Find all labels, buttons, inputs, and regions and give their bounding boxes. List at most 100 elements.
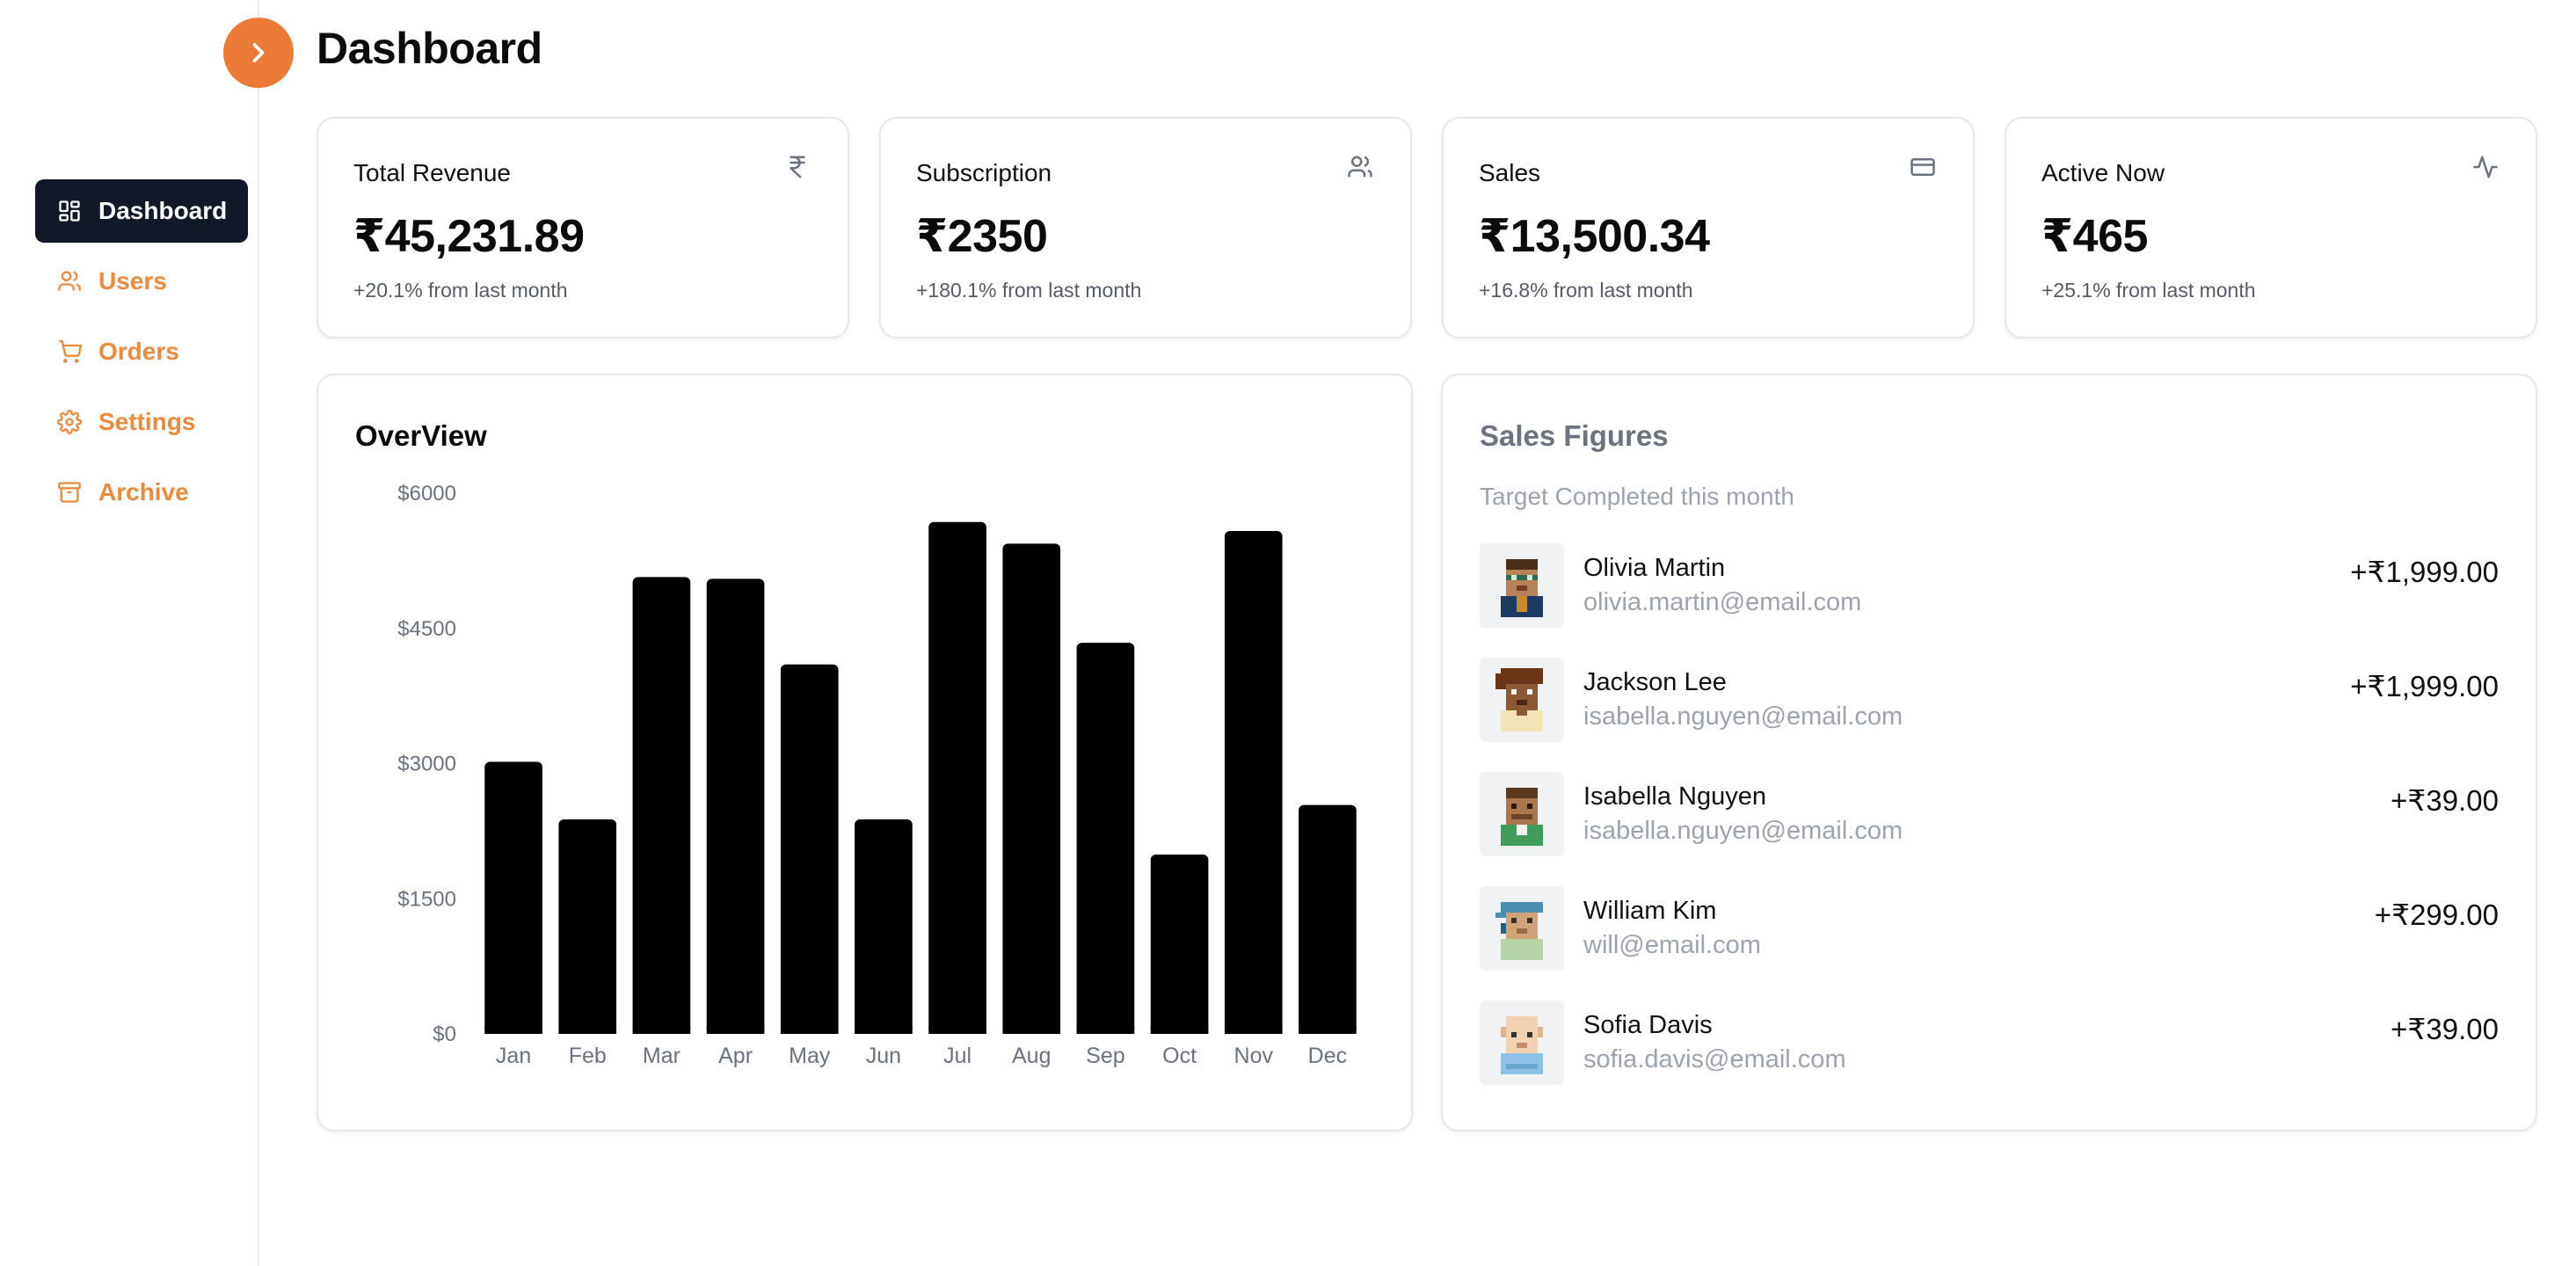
chart-bar[interactable] [1002,543,1061,1034]
stat-value: ₹2350 [916,211,1048,262]
sales-list: Olivia Martin olivia.martin@email.com +₹… [1480,528,2499,1100]
stat-label: Sales [1479,159,1541,186]
chart-bar-base [928,1027,986,1034]
chart-bar-base [1224,1027,1283,1034]
sidebar-item-label: Dashboard [98,197,228,224]
sale-email: sofia.davis@email.com [1583,1045,1846,1073]
sales-figures-card: Sales Figures Target Completed this mont… [1441,374,2537,1131]
chart-bar[interactable] [780,664,839,1034]
sidebar-item-dashboard[interactable]: Dashboard [35,179,248,243]
sidebar-item-users[interactable]: Users [35,250,248,313]
stat-card-total-revenue: Total Revenue ₹45,231.89 +20.1% from las… [317,117,849,338]
sale-amount: +₹39.00 [2390,1013,2499,1045]
list-item: Isabella Nguyen isabella.nguyen@email.co… [1480,757,2499,871]
stat-change: +25.1% from last month [2041,279,2256,302]
x-tick-label: Jan [496,1044,531,1068]
chart-bar[interactable] [1076,643,1135,1034]
sale-amount: +₹1,999.00 [2350,670,2499,702]
chart-bar-base [1150,1027,1209,1034]
x-tick-label: Oct [1162,1044,1197,1068]
sale-amount: +₹39.00 [2390,784,2499,817]
chart-bar[interactable] [928,521,986,1034]
stat-value: ₹45,231.89 [353,211,585,262]
sales-subtitle: Target Completed this month [1480,483,1794,510]
sale-person: William Kim will@email.com [1583,897,1761,960]
chart-bar[interactable] [855,819,913,1034]
chart-bar[interactable] [558,819,617,1034]
pixel-avatar-blue-cap-icon [1480,886,1564,971]
sidebar: Dashboard Users Orders Settings Archive [0,0,259,1266]
stat-change: +16.8% from last month [1479,279,1693,302]
sidebar-item-settings[interactable]: Settings [35,390,248,454]
chart-bar[interactable] [1224,531,1283,1034]
sale-email: will@email.com [1583,931,1761,959]
chart-bar-base [780,1027,839,1034]
chart-bar-base [706,1027,765,1034]
sale-person: Olivia Martin olivia.martin@email.com [1583,554,1861,617]
stat-card-subscription: Subscription ₹2350 +180.1% from last mon… [879,117,1412,338]
x-tick-label: Jun [866,1044,901,1068]
sidebar-item-label: Orders [98,338,179,365]
y-tick-label: $3000 [397,753,456,776]
chart-bar[interactable] [706,578,765,1034]
stat-card-sales: Sales ₹13,500.34 +16.8% from last month [1442,117,1975,338]
stat-change: +20.1% from last month [353,279,568,302]
sidebar-nav: Dashboard Users Orders Settings Archive [35,179,248,531]
chart-bar-base [632,1027,691,1034]
x-tick-label: Jul [943,1044,971,1068]
pixel-avatar-glasses-icon [1480,543,1564,628]
y-tick-label: $0 [433,1022,456,1046]
list-item: Jackson Lee isabella.nguyen@email.com +₹… [1480,643,2499,757]
overview-card: OverView $0 $1500 $3000 $4500 $6000 Jan Feb Mar… [317,374,1413,1131]
sidebar-item-archive[interactable]: Archive [35,461,248,524]
stat-card-active-now: Active Now ₹465 +25.1% from last month [2005,117,2537,338]
chart-bar[interactable] [1299,804,1357,1034]
x-tick-label: Apr [718,1044,753,1068]
chart-bar-base [1299,1027,1357,1034]
page-title: Dashboard [317,24,542,73]
chart-bar[interactable] [484,761,542,1034]
sale-email: isabella.nguyen@email.com [1583,817,1903,845]
sale-name: Isabella Nguyen [1583,782,1766,811]
x-tick-label: Mar [643,1044,680,1068]
chart-bar[interactable] [1150,855,1209,1034]
x-tick-label: Feb [569,1044,607,1068]
list-item: Olivia Martin olivia.martin@email.com +₹… [1480,528,2499,643]
x-tick-label: Aug [1012,1044,1051,1068]
chart-bar-base [1002,1027,1061,1034]
sidebar-toggle-button[interactable] [223,18,294,88]
sale-amount: +₹299.00 [2374,899,2499,931]
sale-name: Jackson Lee [1583,668,1727,696]
x-tick-label: May [789,1044,831,1068]
chart-bar-base [484,1027,542,1034]
sale-name: Olivia Martin [1583,554,1726,582]
pixel-avatar-bald-icon [1480,1000,1564,1085]
stat-label: Active Now [2041,159,2165,186]
archive-icon [56,479,83,506]
y-tick-label: $6000 [397,482,456,506]
chevron-right-icon [252,43,265,62]
chart-bar-base [1076,1027,1135,1034]
y-tick-label: $4500 [397,617,456,641]
chart-bar-base [855,1027,913,1034]
users-icon [56,268,83,295]
cart-icon [56,338,83,365]
x-tick-label: Dec [1308,1044,1347,1068]
sale-person: Sofia Davis sofia.davis@email.com [1583,1011,1846,1074]
chart-bar[interactable] [632,577,691,1034]
pixel-avatar-brown-hair-icon [1480,658,1564,742]
stat-value: ₹13,500.34 [1479,211,1710,262]
stat-change: +180.1% from last month [916,279,1142,302]
stat-label: Subscription [916,159,1052,186]
sale-name: William Kim [1583,897,1717,925]
y-tick-label: $1500 [397,887,456,911]
sale-person: Jackson Lee isabella.nguyen@email.com [1583,668,1903,731]
sidebar-item-label: Settings [98,408,196,435]
overview-bar-chart: $0 $1500 $3000 $4500 $6000 Jan Feb Mar Apr May Jun… [397,482,1357,1068]
rupee-icon [784,154,812,182]
sidebar-item-orders[interactable]: Orders [35,320,248,383]
activity-icon [2472,154,2500,182]
sale-amount: +₹1,999.00 [2350,556,2499,588]
sales-title: Sales Figures [1480,419,1669,452]
chart-bar-base [558,1027,617,1034]
